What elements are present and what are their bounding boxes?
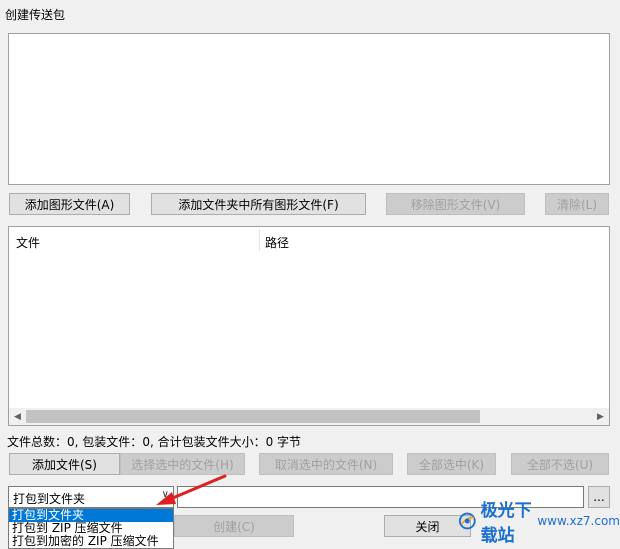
create-button[interactable]: 创建(C) xyxy=(174,515,294,537)
column-divider[interactable] xyxy=(259,229,260,251)
column-header-path[interactable]: 路径 xyxy=(265,234,289,251)
watermark: 极光下载站 www.xz7.com xyxy=(458,496,620,546)
total-files-value: 0 xyxy=(67,435,75,449)
package-mode-dropdown[interactable]: 打包到文件夹 打包到 ZIP 压缩文件 打包到加密的 ZIP 压缩文件 xyxy=(8,508,174,549)
annotation-arrow-icon xyxy=(156,474,227,505)
scroll-right-icon[interactable]: ▶ xyxy=(592,410,609,423)
packaged-files-value: 0 xyxy=(142,435,150,449)
select-none-button[interactable]: 全部不选(U) xyxy=(511,453,609,475)
horizontal-scrollbar[interactable]: ◀ ▶ xyxy=(9,408,609,425)
graphic-preview-area xyxy=(8,33,610,185)
package-mode-value: 打包到文件夹 xyxy=(13,492,86,506)
scroll-left-icon[interactable]: ◀ xyxy=(9,410,26,423)
scrollbar-thumb[interactable] xyxy=(26,410,480,423)
file-summary: 文件总数：0, 包装文件：0, 合计包装文件大小：0 字节 xyxy=(7,435,302,449)
clear-button[interactable]: 清除(L) xyxy=(545,193,609,215)
add-file-button[interactable]: 添加文件(S) xyxy=(9,453,120,475)
add-graphic-file-button[interactable]: 添加图形文件(A) xyxy=(9,193,130,215)
remove-graphic-file-button[interactable]: 移除图形文件(V) xyxy=(386,193,525,215)
packaged-files-label: 包装文件： xyxy=(82,435,143,449)
watermark-logo-icon xyxy=(458,512,476,530)
watermark-name: 极光下载站 xyxy=(480,501,532,546)
select-all-button[interactable]: 全部选中(K) xyxy=(407,453,496,475)
window-title: 创建传送包 xyxy=(5,8,66,22)
file-list[interactable]: 文件 路径 ◀ ▶ xyxy=(8,226,610,426)
watermark-url: www.xz7.com xyxy=(537,514,620,528)
dropdown-option-encrypted-zip[interactable]: 打包到加密的 ZIP 压缩文件 xyxy=(9,535,173,548)
total-files-label: 文件总数： xyxy=(7,435,68,449)
package-size-value: 0 字节 xyxy=(265,435,302,449)
package-size-label: 合计包装文件大小： xyxy=(157,435,266,449)
add-folder-graphics-button[interactable]: 添加文件夹中所有图形文件(F) xyxy=(151,193,366,215)
deselect-chosen-files-button[interactable]: 取消选中的文件(N) xyxy=(259,453,393,475)
column-header-file[interactable]: 文件 xyxy=(16,234,40,251)
